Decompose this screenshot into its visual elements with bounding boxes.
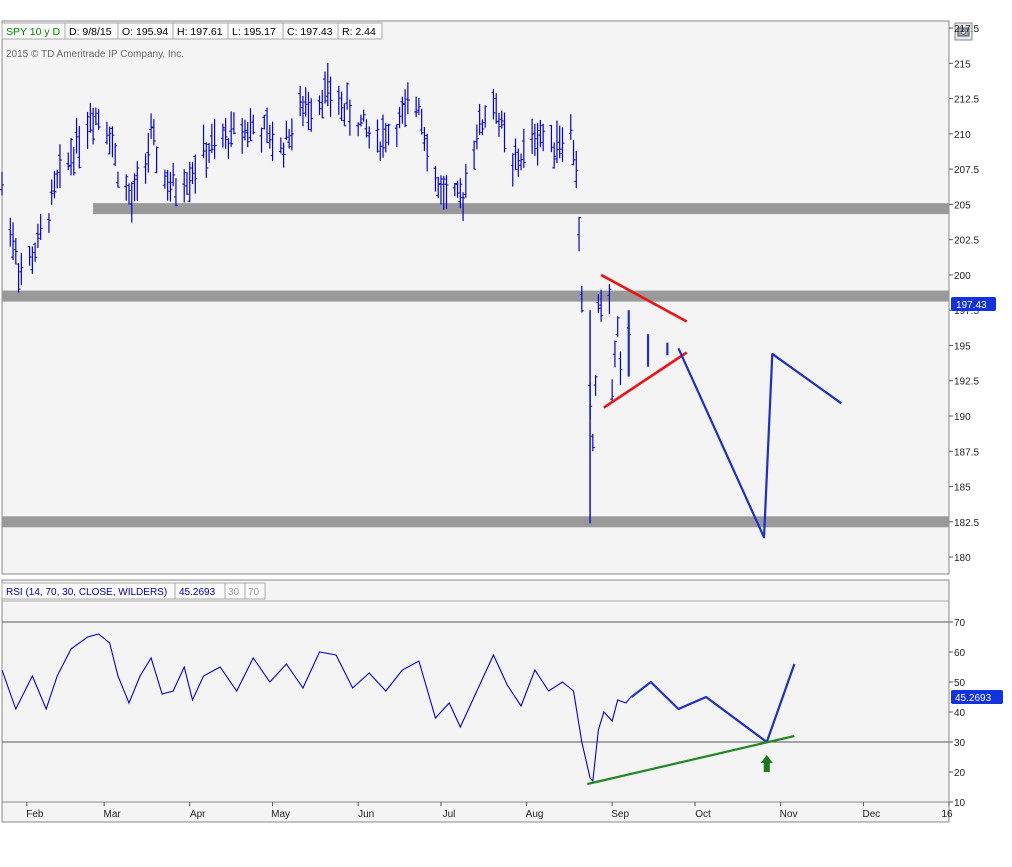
rsi-overbought: 70 bbox=[248, 587, 260, 598]
rsi-tick-label: 30 bbox=[954, 738, 966, 749]
x-tick-label: Nov bbox=[780, 809, 798, 820]
x-tick-label: Sep bbox=[611, 809, 629, 820]
x-tick-label: 16 bbox=[941, 809, 953, 820]
header-low: L: 195.17 bbox=[232, 26, 276, 38]
price-tick-label: 185 bbox=[954, 483, 971, 494]
price-tick-label: 210 bbox=[954, 130, 971, 141]
rsi-tick-label: 40 bbox=[954, 708, 966, 719]
rsi-header: RSI (14, 70, 30, CLOSE, WILDERS) 45.2693… bbox=[1, 582, 266, 600]
rsi-oversold: 30 bbox=[228, 587, 240, 598]
x-tick-label: Jun bbox=[358, 809, 374, 820]
header-symbol: SPY 10 y D bbox=[6, 26, 61, 38]
price-tag: 197.43 bbox=[956, 300, 987, 311]
rsi-tag: 45.2693 bbox=[955, 693, 992, 704]
copyright-text: 2015 © TD Ameritrade IP Company, Inc. bbox=[6, 49, 184, 60]
header-high: H: 197.61 bbox=[177, 26, 223, 38]
price-tick-label: 195 bbox=[954, 341, 971, 352]
header-close: C: 197.43 bbox=[287, 26, 333, 38]
price-tick-label: 212.5 bbox=[954, 95, 979, 106]
sr-zone-2 bbox=[2, 516, 949, 528]
price-tick-label: 187.5 bbox=[954, 447, 979, 458]
price-tick-label: 215 bbox=[954, 59, 971, 70]
price-tick-label: 182.5 bbox=[954, 518, 979, 529]
header-date: D: 9/8/15 bbox=[69, 26, 112, 38]
x-tick-label: Mar bbox=[104, 809, 122, 820]
price-tick-label: 207.5 bbox=[954, 165, 979, 176]
price-tick-label: 192.5 bbox=[954, 377, 979, 388]
x-tick-label: Feb bbox=[26, 809, 44, 820]
rsi-tick-label: 60 bbox=[954, 648, 966, 659]
x-tick-label: May bbox=[271, 809, 290, 820]
rsi-tick-label: 20 bbox=[954, 768, 966, 779]
x-tick-label: Apr bbox=[190, 809, 206, 820]
x-tick-label: Oct bbox=[695, 809, 711, 820]
tags-layer: 197.43 45.2693 bbox=[951, 297, 1003, 704]
x-tick-label: Aug bbox=[526, 809, 544, 820]
rsi-tick-label: 70 bbox=[954, 618, 966, 629]
header-range: R: 2.44 bbox=[342, 26, 376, 38]
price-tick-label: 205 bbox=[954, 200, 971, 211]
x-tick-label: Dec bbox=[863, 809, 881, 820]
rsi-tick-label: 50 bbox=[954, 678, 966, 689]
price-tick-label: 180 bbox=[954, 553, 971, 564]
chart-root: SPY 10 y D D: 9/8/15 O: 195.94 H: 197.61… bbox=[0, 0, 1012, 862]
price-tick-label: 190 bbox=[954, 412, 971, 423]
price-tick-label: 200 bbox=[954, 271, 971, 282]
chart-svg: SPY 10 y D D: 9/8/15 O: 195.94 H: 197.61… bbox=[0, 20, 1003, 823]
x-axis-strip bbox=[1, 801, 950, 823]
rsi-value: 45.2693 bbox=[179, 587, 216, 598]
price-tick-label: 217.5 bbox=[954, 24, 979, 35]
rsi-label: RSI (14, 70, 30, CLOSE, WILDERS) bbox=[6, 587, 167, 598]
price-tick-label: 202.5 bbox=[954, 236, 979, 247]
sr-zone-0 bbox=[93, 203, 950, 215]
rsi-panel bbox=[1, 579, 950, 803]
rsi-tick-label: 10 bbox=[954, 798, 966, 809]
x-tick-label: Jul bbox=[443, 809, 456, 820]
header-open: O: 195.94 bbox=[122, 26, 168, 38]
sr-zone-1 bbox=[2, 290, 949, 302]
